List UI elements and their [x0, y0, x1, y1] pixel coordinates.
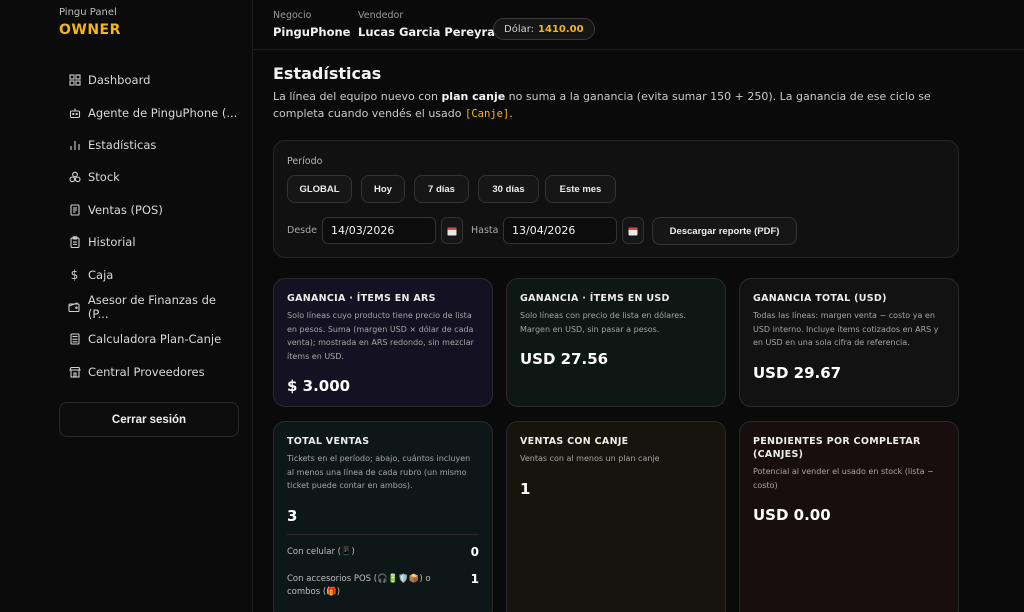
logout-button[interactable]: Cerrar sesión: [59, 402, 239, 437]
period-label: Período: [287, 156, 323, 167]
sidebar-item-estadisticas[interactable]: Estadísticas: [59, 129, 239, 161]
stat-card-ganancia-ars: GANANCIA · ÍTEMS EN ARS Solo líneas cuyo…: [273, 278, 493, 407]
calendar-icon[interactable]: [441, 217, 463, 244]
sidebar-item-label: Estadísticas: [88, 137, 157, 152]
sidebar-item-label: Asesor de Finanzas de (P...: [87, 292, 216, 321]
period-este-mes-button[interactable]: Este mes: [545, 175, 616, 203]
desc-code: [Canje]: [465, 107, 510, 120]
sidebar-item-label: Central Proveedores: [88, 364, 205, 379]
period-hoy-button[interactable]: Hoy: [361, 175, 405, 203]
page-description: La línea del equipo nuevo con plan canje…: [273, 89, 953, 122]
negocio-value: PinguPhone: [273, 25, 351, 39]
sidebar-item-proveedores[interactable]: Central Proveedores: [59, 356, 239, 388]
stat-value: USD 27.56: [520, 350, 609, 368]
sidebar-item-dashboard[interactable]: Dashboard: [59, 64, 239, 96]
stat-description: Solo líneas con precio de lista en dólar…: [520, 311, 686, 334]
stat-description: Solo líneas cuyo producto tiene precio d…: [287, 311, 474, 361]
sidebar-item-ventas[interactable]: Ventas (POS): [59, 194, 239, 226]
ventas-celular-row: Con celular (📱) 0: [287, 546, 479, 559]
sidebar-item-label: Agente de PinguPhone (...: [88, 105, 238, 120]
dolar-badge: Dólar: 1410.00: [493, 18, 595, 40]
sidebar-item-label: Stock: [88, 170, 120, 185]
sidebar-item-asesor[interactable]: Asesor de Finanzas de (P...: [59, 291, 239, 323]
negocio-label: Negocio: [273, 10, 312, 21]
divider: [287, 534, 479, 535]
period-30dias-button[interactable]: 30 días: [478, 175, 539, 203]
boxes-icon: [68, 171, 81, 184]
page-title: Estadísticas: [273, 64, 382, 83]
dolar-label: Dólar:: [504, 23, 535, 35]
sidebar-item-caja[interactable]: $ Caja: [59, 258, 239, 290]
sidebar-item-label: Historial: [88, 235, 136, 250]
ventas-accesorios-value: 1: [470, 572, 479, 586]
stat-value: 3: [287, 506, 298, 525]
receipt-icon: [68, 203, 81, 216]
desde-label: Desde: [287, 225, 317, 236]
dolar-value: 1410.00: [538, 23, 584, 35]
negocio-field: Negocio PinguPhone: [273, 10, 350, 39]
ventas-accesorios-row: Con accesorios POS (🎧🔋🛡️📦) o combos (🎁) …: [287, 573, 479, 599]
vendedor-value: Lucas Garcia Pereyra: [358, 25, 495, 39]
dollar-icon: $: [70, 267, 79, 282]
bot-icon: [68, 106, 81, 119]
grid-icon: [68, 74, 81, 87]
stat-card-ganancia-total: GANANCIA TOTAL (USD) Todas las líneas: m…: [739, 278, 959, 407]
sidebar-item-calculadora[interactable]: Calculadora Plan-Canje: [59, 323, 239, 355]
stat-title: GANANCIA · ÍTEMS EN USD: [520, 293, 670, 304]
stat-description: Ventas con al menos un plan canje: [520, 454, 660, 463]
vendedor-label: Vendedor: [358, 10, 404, 21]
wallet-icon: [68, 300, 81, 313]
sidebar: Pingu Panel OWNER Dashboard Agente de Pi…: [0, 0, 253, 612]
top-bar: Negocio PinguPhone Vendedor Lucas Garcia…: [254, 0, 1024, 50]
brand-role: OWNER: [59, 22, 121, 38]
stat-card-ganancia-usd: GANANCIA · ÍTEMS EN USD Solo líneas con …: [506, 278, 726, 407]
stat-value: USD 0.00: [753, 506, 831, 524]
stat-description: Todas las líneas: margen venta − costo y…: [753, 311, 939, 347]
period-global-button[interactable]: GLOBAL: [287, 175, 352, 203]
stat-value: 1: [520, 479, 531, 498]
stat-title: GANANCIA · ÍTEMS EN ARS: [287, 293, 436, 304]
desde-date-input[interactable]: 14/03/2026: [322, 217, 436, 244]
clipboard-icon: [68, 236, 81, 249]
store-icon: [68, 365, 81, 378]
vendedor-field: Vendedor Lucas Garcia Pereyra: [358, 10, 495, 39]
stat-value: USD 29.67: [753, 363, 842, 382]
ventas-celular-value: 0: [470, 545, 479, 559]
sidebar-item-label: Dashboard: [88, 73, 151, 88]
desc-text: .: [509, 106, 513, 120]
desc-text: La línea del equipo nuevo con: [273, 90, 442, 103]
stat-title: GANANCIA TOTAL (USD): [753, 293, 887, 304]
sidebar-nav: Dashboard Agente de PinguPhone (... Esta…: [59, 64, 239, 388]
calendar-icon[interactable]: [622, 217, 644, 244]
calculator-icon: [68, 333, 81, 346]
ventas-celular-label: Con celular (📱): [287, 547, 355, 557]
period-filter-card: Período GLOBAL Hoy 7 días 30 días Este m…: [273, 140, 959, 258]
sidebar-item-label: Calculadora Plan-Canje: [88, 332, 222, 347]
brand-subtitle: Pingu Panel: [59, 7, 117, 18]
stat-card-pendientes-canjes: PENDIENTES POR COMPLETAR (CANJES) Potenc…: [739, 421, 959, 612]
stat-value: $ 3.000: [287, 377, 351, 395]
stat-title: TOTAL VENTAS: [287, 436, 370, 447]
stat-card-ventas-canje: VENTAS CON CANJE Ventas con al menos un …: [506, 421, 726, 612]
stat-card-total-ventas: TOTAL VENTAS Tickets en el período; abaj…: [273, 421, 493, 612]
stat-title: PENDIENTES POR COMPLETAR (CANJES): [753, 436, 921, 460]
stat-title: VENTAS CON CANJE: [520, 436, 629, 447]
desc-bold: plan canje: [441, 90, 506, 103]
ventas-accesorios-label: Con accesorios POS (🎧🔋🛡️📦) o combos (🎁): [287, 574, 431, 597]
sidebar-item-agente[interactable]: Agente de PinguPhone (...: [59, 96, 239, 128]
stat-description: Potencial al vender el usado en stock (l…: [753, 467, 934, 490]
download-pdf-button[interactable]: Descargar reporte (PDF): [652, 217, 797, 245]
stat-description: Tickets en el período; abajo, cuántos in…: [287, 454, 471, 490]
sidebar-item-label: Ventas (POS): [88, 202, 163, 217]
hasta-date-input[interactable]: 13/04/2026: [503, 217, 617, 244]
sidebar-item-label: Caja: [88, 267, 114, 282]
sidebar-item-stock[interactable]: Stock: [59, 161, 239, 193]
bar-chart-icon: [68, 138, 81, 151]
sidebar-item-historial[interactable]: Historial: [59, 226, 239, 258]
hasta-label: Hasta: [471, 225, 499, 236]
period-7dias-button[interactable]: 7 días: [414, 175, 469, 203]
